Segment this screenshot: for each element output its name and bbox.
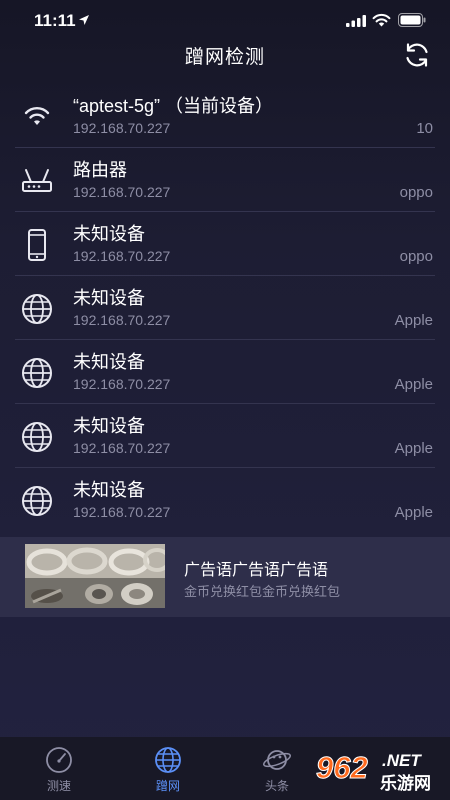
tab-headlines[interactable]: 头条 — [242, 737, 312, 800]
svg-text:.NET: .NET — [382, 751, 422, 770]
device-name: 未知设备 — [73, 352, 145, 372]
ad-image — [25, 544, 165, 608]
app-screen: 11:11 蹭网检测 “aptest-5g” （当前设备） 192.168.70… — [0, 0, 450, 800]
planet-icon — [263, 750, 291, 770]
device-vendor: Apple — [394, 312, 433, 329]
globe-icon — [22, 294, 52, 324]
device-name: 路由器 — [73, 160, 127, 180]
globe-icon — [155, 747, 181, 773]
device-ip: 192.168.70.227 — [73, 376, 171, 392]
wifi-status-icon — [372, 13, 391, 27]
tab-label: 测速 — [46, 779, 71, 793]
device-vendor: oppo — [399, 184, 433, 201]
globe-icon — [22, 486, 52, 516]
device-vendor: 10 — [416, 120, 433, 137]
device-vendor: Apple — [394, 440, 433, 457]
page-title: 蹭网检测 — [184, 47, 265, 68]
cellular-signal-icon — [346, 15, 366, 27]
phone-icon — [28, 229, 46, 261]
device-row-router[interactable]: 路由器 192.168.70.227 oppo — [0, 148, 450, 212]
svg-text:962: 962 — [316, 750, 368, 785]
ad-banner[interactable]: 广告语广告语广告语 金币兑换红包金币兑换红包 — [0, 537, 450, 617]
ad-subtitle: 金币兑换红包金币兑换红包 — [184, 584, 341, 599]
device-vendor: oppo — [399, 248, 433, 265]
device-name: “aptest-5g” （当前设备） — [73, 96, 274, 116]
device-row-current[interactable]: “aptest-5g” （当前设备） 192.168.70.227 10 — [0, 84, 450, 148]
device-ip: 192.168.70.227 — [73, 440, 171, 456]
device-ip: 192.168.70.227 — [73, 184, 171, 200]
refresh-icon[interactable] — [402, 40, 432, 70]
ad-title: 广告语广告语广告语 — [184, 562, 329, 579]
nav-bar: 蹭网检测 — [0, 36, 450, 74]
device-list: “aptest-5g” （当前设备） 192.168.70.227 10 路由器… — [0, 84, 450, 532]
device-name: 未知设备 — [73, 416, 145, 436]
tab-wifi-check[interactable]: 蹭网 — [133, 737, 203, 800]
router-icon — [22, 169, 52, 192]
device-row-unknown[interactable]: 未知设备 192.168.70.227 Apple — [0, 276, 450, 340]
svg-text:乐游网: 乐游网 — [380, 773, 431, 794]
wifi-icon — [24, 107, 50, 125]
device-vendor: Apple — [394, 376, 433, 393]
device-row-unknown[interactable]: 未知设备 192.168.70.227 Apple — [0, 404, 450, 468]
globe-icon — [22, 358, 52, 388]
location-arrow-icon — [79, 15, 89, 25]
tab-label: 蹭网 — [155, 779, 180, 793]
speedometer-icon — [46, 747, 72, 773]
status-time: 11:11 — [34, 11, 76, 30]
globe-icon — [22, 422, 52, 452]
battery-icon — [398, 13, 426, 27]
device-row-phone[interactable]: 未知设备 192.168.70.227 oppo — [0, 212, 450, 276]
device-vendor: Apple — [394, 504, 433, 521]
device-ip: 192.168.70.227 — [73, 504, 171, 520]
device-row-unknown[interactable]: 未知设备 192.168.70.227 Apple — [0, 468, 450, 532]
device-name: 未知设备 — [73, 480, 145, 500]
watermark-logo: 962 .NET 乐游网 — [312, 744, 444, 796]
device-name: 未知设备 — [73, 288, 145, 308]
device-name: 未知设备 — [73, 224, 145, 244]
tab-label: 头条 — [264, 779, 289, 793]
tab-speed[interactable]: 测速 — [24, 737, 94, 800]
device-ip: 192.168.70.227 — [73, 120, 171, 136]
device-row-unknown[interactable]: 未知设备 192.168.70.227 Apple — [0, 340, 450, 404]
device-ip: 192.168.70.227 — [73, 248, 171, 264]
device-ip: 192.168.70.227 — [73, 312, 171, 328]
